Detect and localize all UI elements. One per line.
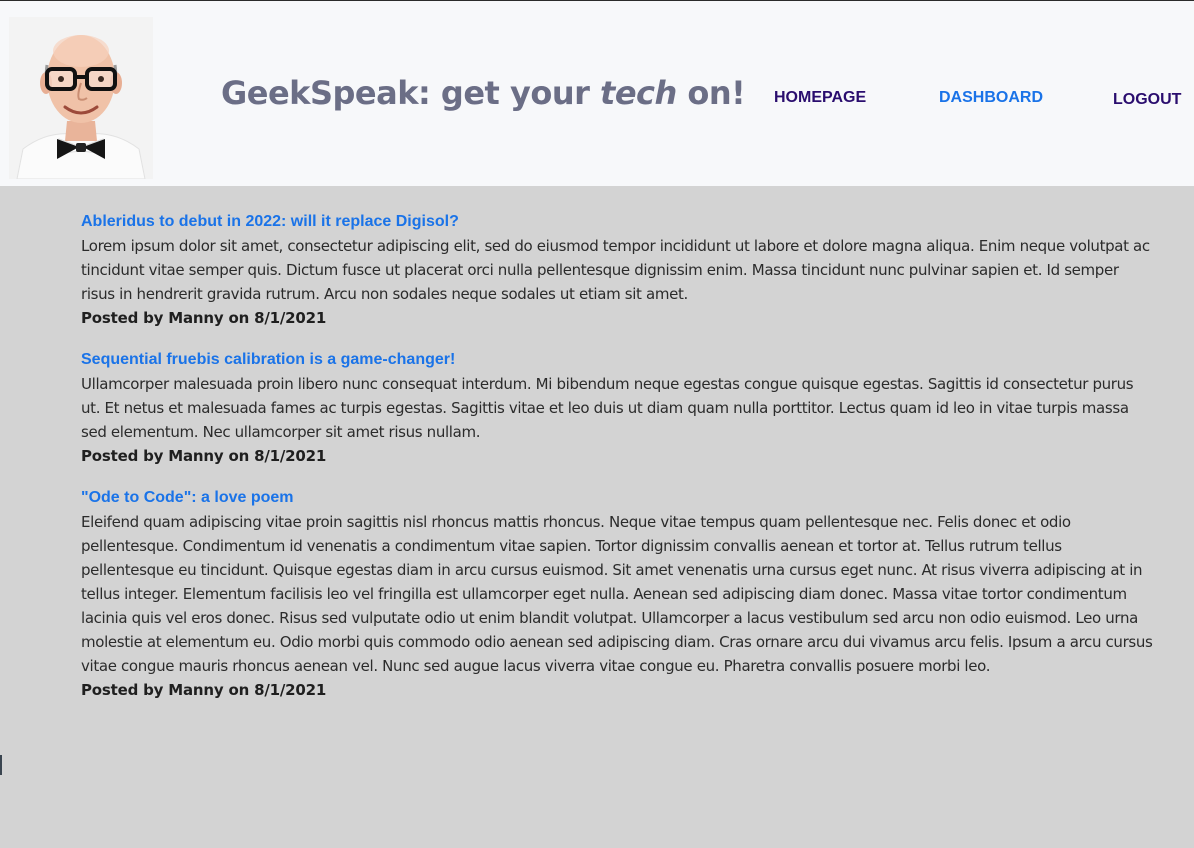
- post-body: Ullamcorper malesuada proin libero nunc …: [81, 375, 1134, 441]
- post-item: Sequential fruebis calibration is a game…: [81, 348, 1153, 468]
- post-body: Lorem ipsum dolor sit amet, consectetur …: [81, 237, 1150, 303]
- post-title-link[interactable]: "Ode to Code": a love poem: [81, 486, 1153, 510]
- post-meta: Posted by Manny on 8/1/2021: [81, 447, 327, 465]
- post-item: Ableridus to debut in 2022: will it repl…: [81, 210, 1153, 330]
- post-meta: Posted by Manny on 8/1/2021: [81, 309, 327, 327]
- post-title-link[interactable]: Sequential fruebis calibration is a game…: [81, 348, 1153, 372]
- post-item: "Ode to Code": a love poem Eleifend quam…: [81, 486, 1153, 702]
- nav-homepage-link[interactable]: HOMEPAGE: [774, 89, 866, 107]
- page: GeekSpeak: get your tech on! HOMEPAGE DA…: [0, 0, 1194, 848]
- post-meta: Posted by Manny on 8/1/2021: [81, 681, 327, 699]
- post-list: Ableridus to debut in 2022: will it repl…: [81, 205, 1153, 720]
- nav-dashboard-link[interactable]: DASHBOARD: [939, 89, 1043, 107]
- window-edge: [0, 755, 2, 775]
- post-body: Eleifend quam adipiscing vitae proin sag…: [81, 513, 1153, 675]
- post-title-link[interactable]: Ableridus to debut in 2022: will it repl…: [81, 210, 1153, 234]
- avatar: [9, 17, 153, 179]
- site-header: GeekSpeak: get your tech on! HOMEPAGE DA…: [0, 1, 1194, 186]
- nav-logout-link[interactable]: LOGOUT: [1113, 91, 1181, 109]
- bald-man-glasses-bowtie-avatar-icon: [9, 17, 153, 179]
- site-title-emphasis: tech: [600, 74, 677, 112]
- site-title: GeekSpeak: get your tech on!: [221, 74, 746, 112]
- site-title-suffix: on!: [676, 74, 746, 112]
- site-title-prefix: GeekSpeak: get your: [221, 74, 601, 112]
